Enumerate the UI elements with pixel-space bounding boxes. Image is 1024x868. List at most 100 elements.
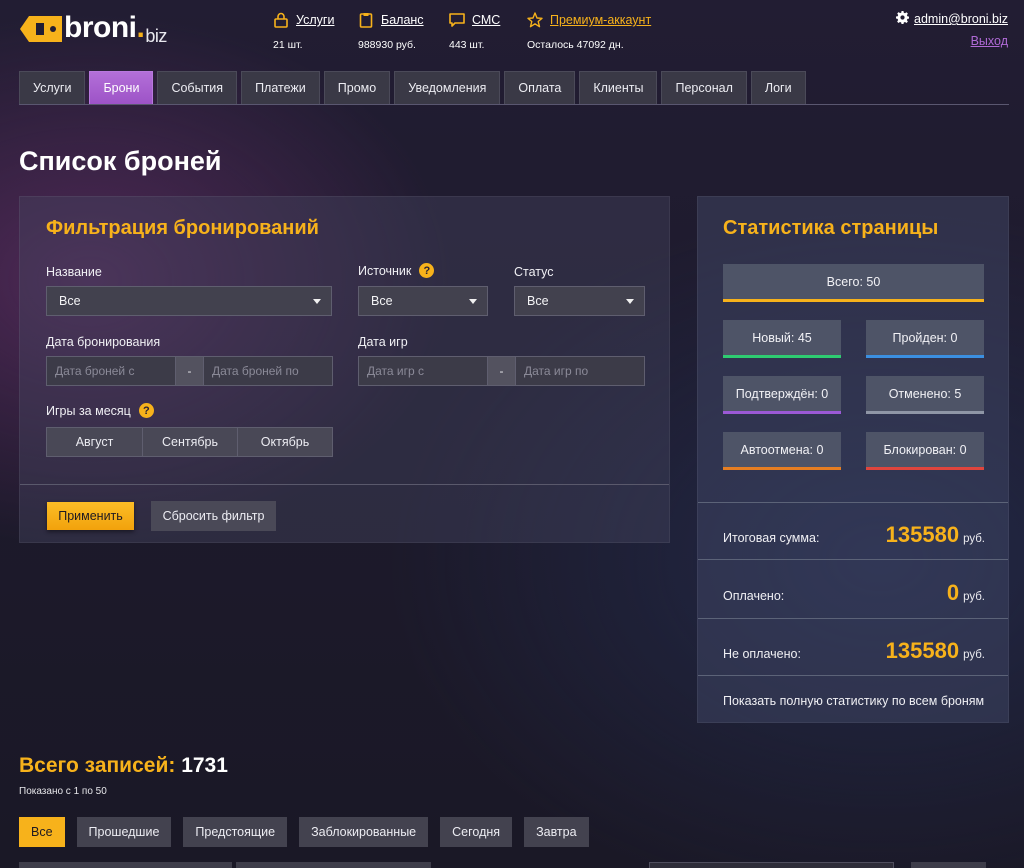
stat-premium: Премиум-аккаунт Осталось 47092 дн. xyxy=(527,10,651,54)
wallet-icon xyxy=(358,12,374,28)
month-october-button[interactable]: Октябрь xyxy=(237,428,332,456)
source-filter-select[interactable]: Все xyxy=(358,286,488,316)
logout-link[interactable]: Выход xyxy=(896,34,1008,48)
paid-sum-row: Оплачено: 0 руб. xyxy=(723,580,985,606)
tab-services[interactable]: Услуги xyxy=(19,71,86,104)
message-icon xyxy=(449,12,465,28)
main-nav-tabs: Услуги Брони События Платежи Промо Уведо… xyxy=(19,71,1009,105)
cut-off-control xyxy=(19,862,232,868)
help-icon[interactable]: ? xyxy=(138,403,154,418)
stat-balance-label: Баланс xyxy=(381,13,424,27)
tab-logs[interactable]: Логи xyxy=(750,71,806,104)
stat-total-box[interactable]: Всего: 50 xyxy=(723,264,984,302)
status-filter-select[interactable]: Все xyxy=(514,286,645,316)
tab-clients[interactable]: Клиенты xyxy=(579,71,658,104)
stat-services-link[interactable]: Услуги xyxy=(273,10,334,30)
unpaid-sum-value: 135580 xyxy=(885,638,960,663)
premium-account-link[interactable]: Премиум-аккаунт xyxy=(527,10,651,30)
games-date-range: Дата игр с - Дата игр по xyxy=(358,356,645,386)
stat-cancelled-box[interactable]: Отменено: 5 xyxy=(866,376,984,414)
stats-divider xyxy=(698,559,1008,560)
chevron-down-icon xyxy=(626,298,634,304)
games-date-from-input[interactable]: Дата игр с xyxy=(359,357,487,385)
stat-blocked-box[interactable]: Блокирован: 0 xyxy=(866,432,984,470)
lock-icon xyxy=(273,12,289,28)
filter-panel-title: Фильтрация бронирований xyxy=(46,217,319,239)
stat-confirmed-box[interactable]: Подтверждён: 0 xyxy=(723,376,841,414)
records-total-value: 1731 xyxy=(181,754,228,777)
stats-panel-title: Статистика страницы xyxy=(723,217,939,239)
quick-filter-tomorrow[interactable]: Завтра xyxy=(524,817,589,847)
quick-filter-past[interactable]: Прошедшие xyxy=(76,817,172,847)
quick-filter-blocked[interactable]: Заблокированные xyxy=(299,817,429,847)
apply-filter-button[interactable]: Применить xyxy=(47,502,134,530)
month-september-button[interactable]: Сентябрь xyxy=(142,428,237,456)
tab-staff[interactable]: Персонал xyxy=(661,71,747,104)
quick-filter-today[interactable]: Сегодня xyxy=(440,817,513,847)
status-filter-label-text: Статус xyxy=(514,265,554,279)
tab-promo[interactable]: Промо xyxy=(323,71,391,104)
month-august-button[interactable]: Август xyxy=(47,428,142,456)
panel-divider xyxy=(20,484,669,485)
full-stats-link[interactable]: Показать полную статистику по всем броня… xyxy=(723,694,984,708)
brand-dot: . xyxy=(136,10,145,44)
stat-balance-value: 988930 руб. xyxy=(358,39,416,51)
booking-date-to-input[interactable]: Дата броней по xyxy=(204,357,332,385)
reset-filter-button[interactable]: Сбросить фильтр xyxy=(151,501,276,531)
total-sum-value: 135580 xyxy=(885,522,960,547)
games-date-label-text: Дата игр xyxy=(358,335,408,349)
cut-off-control xyxy=(911,862,986,868)
top-bar: broni.biz Услуги 21 шт. Баланс 988930 ру… xyxy=(0,0,1024,62)
stat-autocancel-box[interactable]: Автоотмена: 0 xyxy=(723,432,841,470)
help-icon[interactable]: ? xyxy=(419,263,435,278)
currency-label: руб. xyxy=(963,649,985,661)
quick-filter-all[interactable]: Все xyxy=(19,817,65,847)
month-filter-label: Игры за месяц ? xyxy=(46,403,154,418)
tab-events[interactable]: События xyxy=(157,71,238,104)
status-filter-value: Все xyxy=(527,294,549,308)
premium-days-left: Осталось 47092 дн. xyxy=(527,39,624,51)
star-icon xyxy=(527,12,543,28)
filter-panel: Фильтрация бронирований Название Все Ист… xyxy=(19,196,670,543)
brand-logo[interactable]: broni.biz xyxy=(20,10,167,46)
quick-filter-bar: Все Прошедшие Предстоящие Заблокированны… xyxy=(19,817,589,847)
stat-services-label: Услуги xyxy=(296,13,335,27)
account-email-link[interactable]: admin@broni.biz xyxy=(914,12,1008,26)
stats-divider xyxy=(698,675,1008,676)
source-filter-label: Источник ? xyxy=(358,263,435,278)
stat-services: Услуги 21 шт. xyxy=(273,10,334,54)
cut-off-search-field xyxy=(649,862,894,868)
quick-filter-upcoming[interactable]: Предстоящие xyxy=(183,817,288,847)
stat-completed-box[interactable]: Пройден: 0 xyxy=(866,320,984,358)
stats-divider xyxy=(698,618,1008,619)
unpaid-sum-label: Не оплачено: xyxy=(723,647,801,661)
stat-new-box[interactable]: Новый: 45 xyxy=(723,320,841,358)
premium-account-label: Премиум-аккаунт xyxy=(550,13,652,27)
booking-date-from-input[interactable]: Дата броней с xyxy=(47,357,175,385)
stats-divider xyxy=(698,502,1008,503)
brand-tld: biz xyxy=(145,25,167,46)
cut-off-control xyxy=(236,862,431,868)
month-filter-label-text: Игры за месяц xyxy=(46,403,131,418)
tab-notifications[interactable]: Уведомления xyxy=(394,71,501,104)
tab-billing[interactable]: Оплата xyxy=(504,71,576,104)
tab-bookings[interactable]: Брони xyxy=(89,71,154,104)
stat-balance: Баланс 988930 руб. xyxy=(358,10,424,54)
games-date-to-input[interactable]: Дата игр по xyxy=(516,357,644,385)
account-block: admin@broni.biz Выход xyxy=(896,11,1008,48)
date-range-separator: - xyxy=(175,357,204,385)
name-filter-label: Название xyxy=(46,265,102,279)
page-stats-panel: Статистика страницы Всего: 50 Новый: 45 … xyxy=(697,196,1009,723)
currency-label: руб. xyxy=(963,591,985,603)
booking-date-range: Дата броней с - Дата броней по xyxy=(46,356,333,386)
records-total: Всего записей: 1731 xyxy=(19,754,228,778)
gear-icon[interactable] xyxy=(896,11,910,27)
stat-sms-link[interactable]: СМС xyxy=(449,10,500,30)
tab-payments[interactable]: Платежи xyxy=(241,71,320,104)
stat-balance-link[interactable]: Баланс xyxy=(358,10,424,30)
paid-sum-value: 0 xyxy=(946,580,960,605)
name-filter-label-text: Название xyxy=(46,265,102,279)
stat-sms-count: 443 шт. xyxy=(449,39,485,51)
tag-logo-icon xyxy=(20,16,62,42)
name-filter-select[interactable]: Все xyxy=(46,286,332,316)
